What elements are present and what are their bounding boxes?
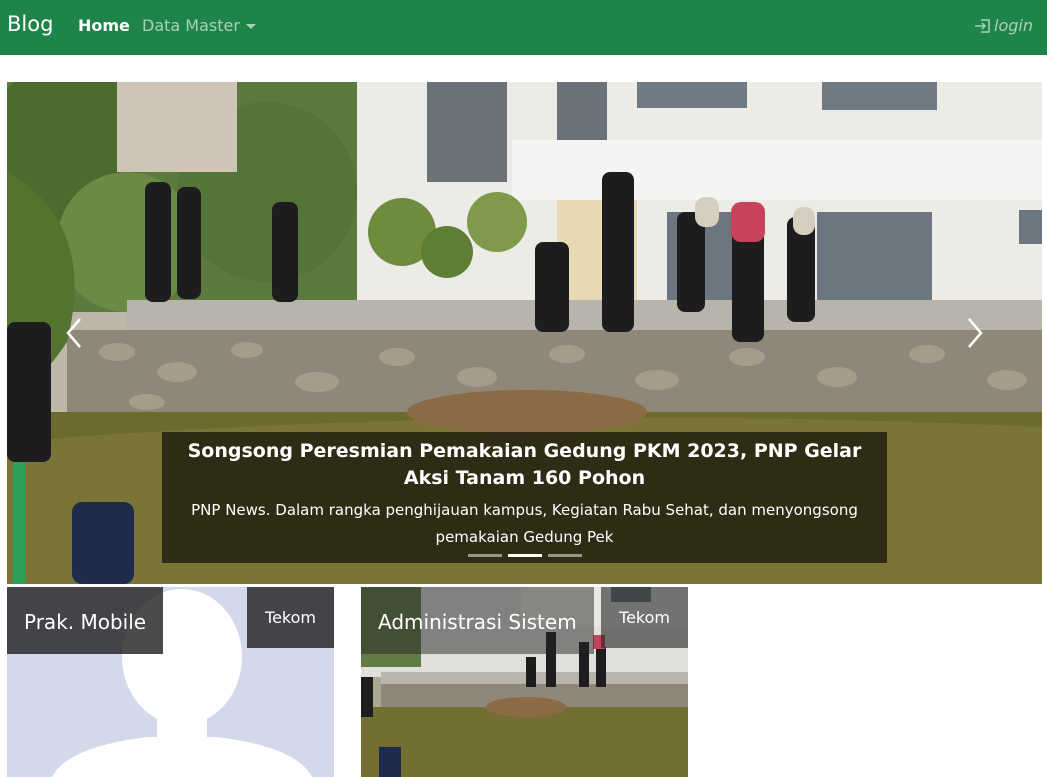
chevron-right-icon: [968, 318, 983, 348]
nav-item-data-master-label: Data Master: [142, 16, 240, 35]
card-title: Administrasi Sistem: [361, 587, 594, 654]
login-link[interactable]: login: [974, 16, 1033, 35]
login-label: login: [994, 16, 1033, 35]
carousel-prev-button[interactable]: [59, 310, 89, 356]
carousel-indicator-1[interactable]: [467, 554, 502, 557]
carousel-next-button[interactable]: [960, 310, 990, 356]
course-card[interactable]: Administrasi Sistem Tekom: [361, 587, 688, 777]
carousel-indicators: [162, 554, 887, 557]
news-carousel: Songsong Peresmian Pemakaian Gedung PKM …: [7, 82, 1042, 584]
course-card[interactable]: Prak. Mobile Tekom: [7, 587, 334, 777]
navbar: Blog Home Data Master login: [0, 0, 1047, 55]
caption-text: PNP News. Dalam rangka penghijauan kampu…: [191, 501, 858, 546]
carousel-indicator-2[interactable]: [507, 554, 542, 557]
card-title: Prak. Mobile: [7, 587, 164, 654]
nav-item-data-master[interactable]: Data Master: [142, 16, 256, 35]
nav-item-home[interactable]: Home: [78, 16, 130, 35]
card-category-badge: Tekom: [247, 587, 334, 648]
login-icon: [975, 18, 990, 33]
chevron-left-icon: [66, 318, 81, 348]
caption-title: Songsong Peresmian Pemakaian Gedung PKM …: [187, 440, 862, 489]
carousel-indicator-3[interactable]: [547, 554, 582, 557]
carousel-caption: Songsong Peresmian Pemakaian Gedung PKM …: [162, 432, 887, 563]
card-category-badge: Tekom: [601, 587, 688, 648]
caret-down-icon: [245, 24, 256, 29]
brand-link[interactable]: Blog: [7, 12, 53, 36]
